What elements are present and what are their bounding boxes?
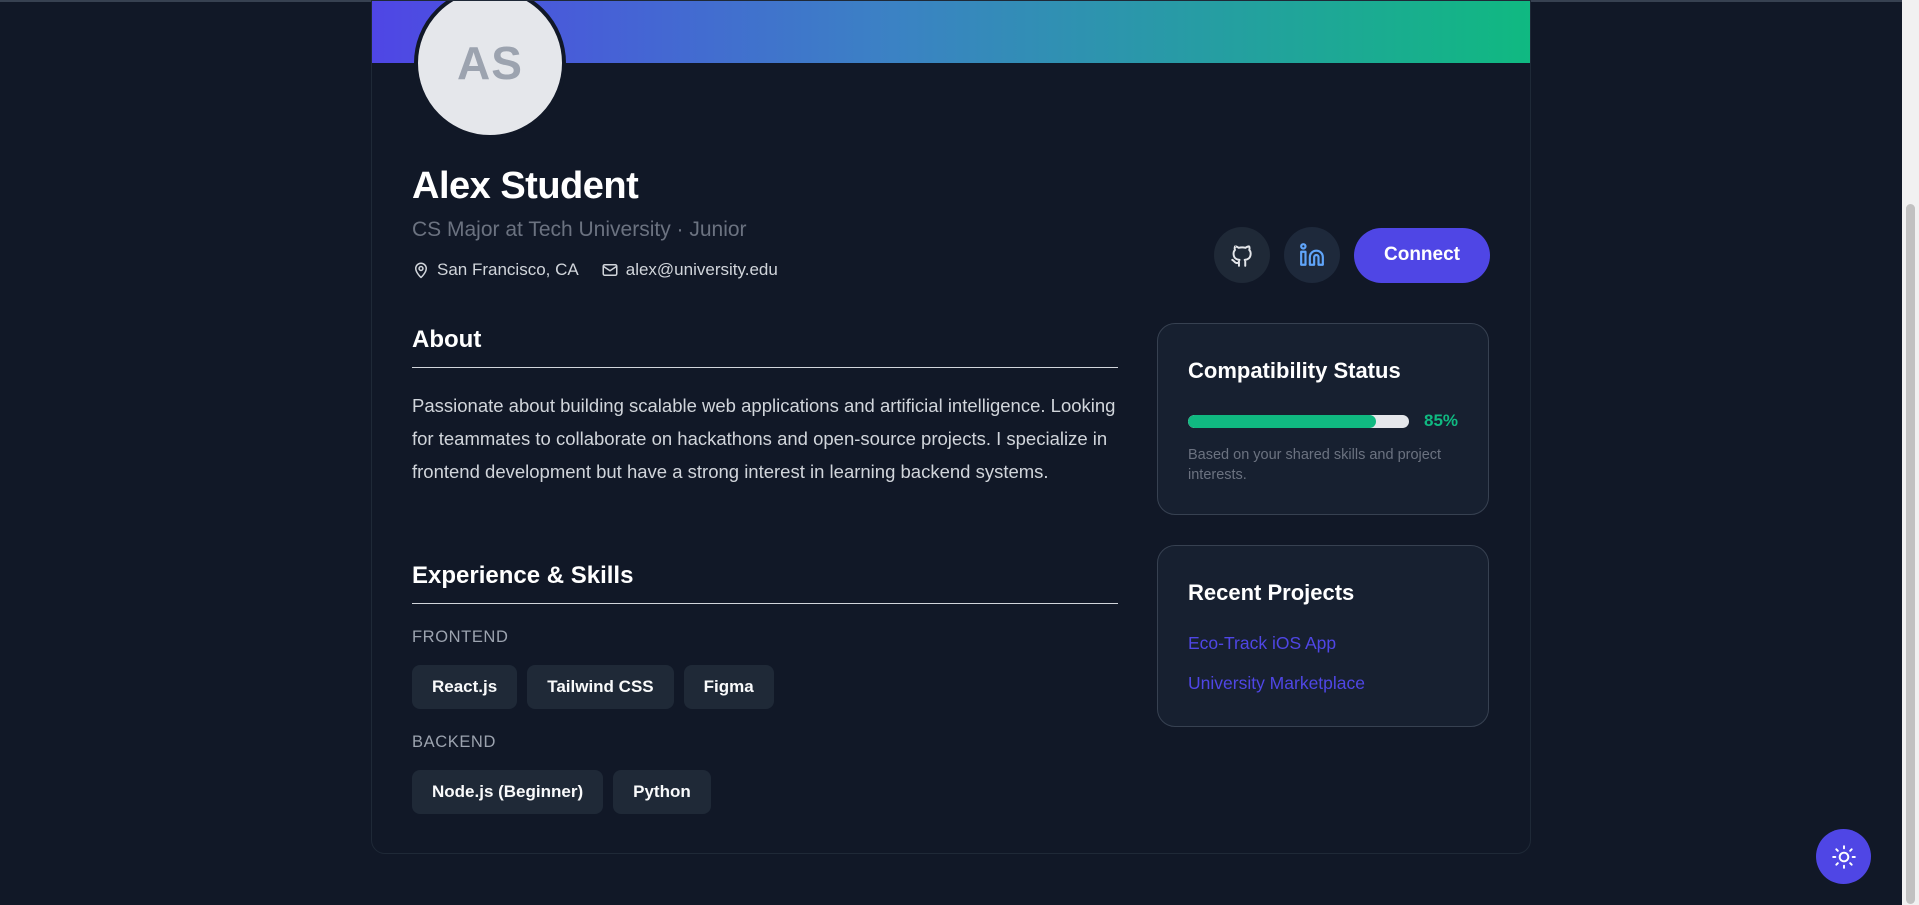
skill-group-label: BACKEND	[412, 733, 496, 751]
skill-tag: React.js	[412, 665, 518, 709]
skill-tags-backend: Node.js (Beginner) Python	[412, 770, 711, 814]
profile-subtitle: CS Major at Tech University · Junior	[412, 218, 747, 241]
about-text: Passionate about building scalable web a…	[412, 395, 1116, 482]
about-title: About	[412, 326, 482, 353]
linkedin-icon	[1300, 243, 1324, 266]
scrollbar[interactable]	[1902, 0, 1919, 905]
skill-tag: Python	[613, 770, 711, 814]
projects-panel: Recent Projects Eco-Track iOS App Univer…	[1157, 545, 1489, 727]
compatibility-note: Based on your shared skills and project …	[1188, 447, 1442, 483]
theme-toggle-button[interactable]	[1816, 829, 1871, 884]
scrollbar-thumb[interactable]	[1906, 204, 1915, 904]
about-divider	[412, 367, 1118, 368]
skills-divider	[412, 603, 1118, 604]
compatibility-progress-fill	[1188, 415, 1376, 428]
email-text: alex@university.edu	[625, 260, 778, 279]
compatibility-panel: Compatibility Status 85% Based on your s…	[1157, 323, 1489, 515]
profile-name: Alex Student	[412, 165, 639, 207]
profile-actions: Connect	[1214, 227, 1490, 283]
connect-button[interactable]: Connect	[1354, 227, 1490, 283]
skill-group-label: FRONTEND	[412, 628, 509, 646]
mail-icon	[602, 264, 618, 276]
skill-tag: Tailwind CSS	[527, 665, 674, 709]
skills-title: Experience & Skills	[412, 562, 634, 589]
profile-card: AS Alex Student CS Major at Tech Univers…	[371, 0, 1531, 854]
sun-icon	[1831, 844, 1856, 869]
map-pin-icon	[415, 262, 427, 279]
profile-meta: San Francisco, CA alex@university.edu	[412, 260, 778, 280]
skill-tags-frontend: React.js Tailwind CSS Figma	[412, 665, 774, 709]
location: San Francisco, CA	[412, 260, 579, 280]
skill-tag: Figma	[683, 665, 774, 709]
github-icon	[1231, 245, 1252, 267]
github-button[interactable]	[1214, 227, 1270, 283]
compatibility-progress	[1188, 415, 1409, 428]
project-link[interactable]: Eco-Track iOS App	[1188, 633, 1336, 654]
skill-tag: Node.js (Beginner)	[412, 770, 604, 814]
avatar: AS	[414, 1, 566, 139]
location-text: San Francisco, CA	[437, 260, 579, 279]
email: alex@university.edu	[601, 260, 778, 280]
compatibility-value: 85%	[1424, 411, 1459, 430]
linkedin-button[interactable]	[1284, 227, 1340, 283]
projects-title: Recent Projects	[1188, 580, 1355, 605]
project-link[interactable]: University Marketplace	[1188, 673, 1365, 694]
compatibility-title: Compatibility Status	[1188, 358, 1401, 383]
